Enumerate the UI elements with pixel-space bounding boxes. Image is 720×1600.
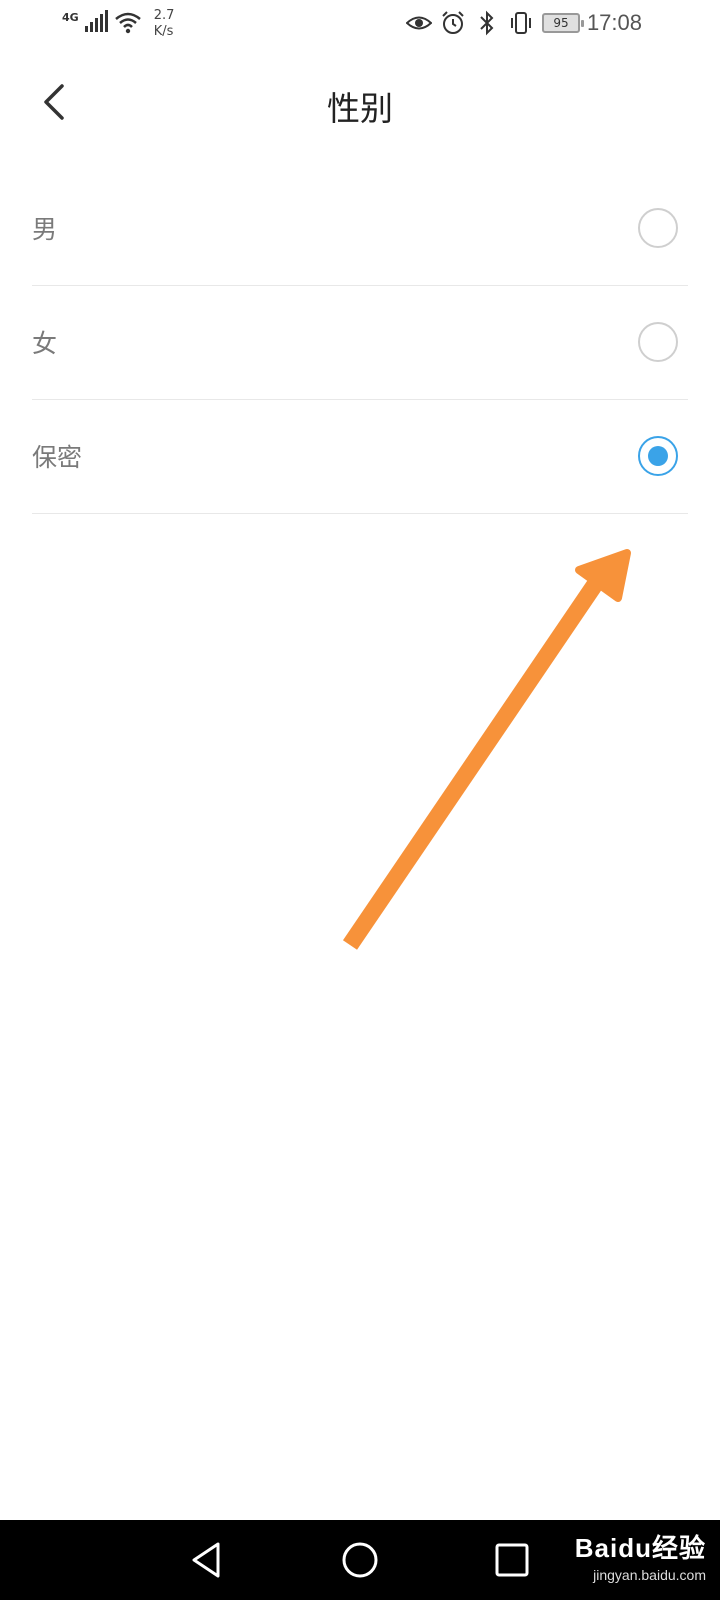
battery-icon: 95 <box>542 13 584 33</box>
wifi-icon <box>114 12 141 34</box>
vibrate-icon <box>511 12 531 34</box>
option-label: 保密 <box>32 443 83 472</box>
watermark-url: jingyan.baidu.com <box>593 1567 706 1583</box>
signal-strength-icon <box>84 10 108 32</box>
square-recents-icon <box>495 1543 529 1577</box>
radio-button-selected[interactable] <box>638 436 678 476</box>
circle-home-icon <box>342 1542 378 1578</box>
option-label: 男 <box>32 215 58 244</box>
status-time: 17:08 <box>586 10 642 35</box>
network-speed-value: 2.7 <box>153 8 175 23</box>
page-header: 性别 <box>0 60 720 144</box>
radio-button[interactable] <box>638 208 678 248</box>
nav-recents-button[interactable] <box>490 1538 534 1582</box>
network-speed-unit: K/s <box>153 24 174 39</box>
battery-level: 95 <box>553 16 569 30</box>
baidu-jingyan-watermark: Baidu经验 jingyan.baidu.com <box>575 1528 706 1583</box>
page-title: 性别 <box>327 89 393 128</box>
alarm-icon <box>442 11 464 34</box>
status-bar-right: 95 <box>406 10 584 36</box>
system-navigation-bar: Baidu经验 jingyan.baidu.com <box>0 1520 720 1600</box>
triangle-back-icon <box>192 1542 220 1578</box>
option-row-female[interactable]: 女 <box>32 286 688 400</box>
radio-button[interactable] <box>638 322 678 362</box>
watermark-brand: Baidu经验 <box>574 1533 706 1563</box>
option-row-private[interactable]: 保密 <box>32 400 688 514</box>
gender-option-list: 男 女 保密 <box>32 172 688 514</box>
status-bar-left: 4G 2.7 K/s <box>62 8 174 40</box>
option-label: 女 <box>32 329 58 358</box>
nav-back-button[interactable] <box>184 1538 228 1582</box>
bluetooth-icon <box>480 10 494 36</box>
network-speed: 2.7 K/s <box>154 8 175 40</box>
eye-comfort-icon <box>406 16 432 30</box>
nav-home-button[interactable] <box>338 1538 382 1582</box>
app-screen: 4G 2.7 K/s 95 17:08 性别 男 女 保密 Baidu经验 ji… <box>0 0 720 1600</box>
option-row-male[interactable]: 男 <box>32 172 688 286</box>
status-bar: 4G 2.7 K/s 95 17:08 <box>0 0 720 48</box>
network-type: 4G <box>62 11 79 24</box>
